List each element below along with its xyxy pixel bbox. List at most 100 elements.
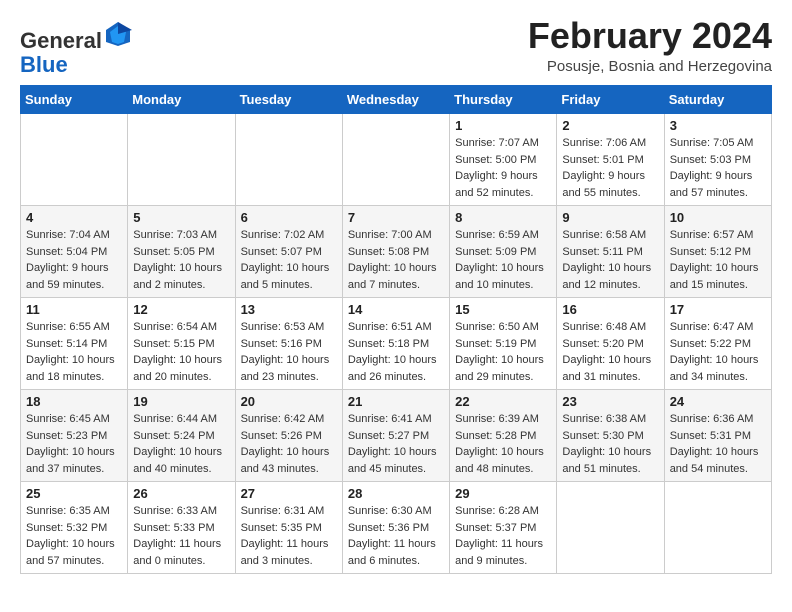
calendar-cell: 12 Sunrise: 6:54 AM Sunset: 5:15 PM Dayli… xyxy=(128,298,235,390)
page-header: General Blue February 2024 Posusje, Bosn… xyxy=(20,16,772,77)
calendar-cell: 7 Sunrise: 7:00 AM Sunset: 5:08 PM Daylig… xyxy=(342,206,449,298)
calendar-cell: 8 Sunrise: 6:59 AM Sunset: 5:09 PM Daylig… xyxy=(450,206,557,298)
day-info: Sunrise: 6:48 AM Sunset: 5:20 PM Dayligh… xyxy=(562,319,658,385)
calendar-cell: 9 Sunrise: 6:58 AM Sunset: 5:11 PM Daylig… xyxy=(557,206,664,298)
calendar-row-3: 18 Sunrise: 6:45 AM Sunset: 5:23 PM Dayli… xyxy=(21,390,772,482)
day-number: 9 xyxy=(562,210,658,225)
day-number: 28 xyxy=(348,486,444,501)
day-number: 22 xyxy=(455,394,551,409)
weekday-header-tuesday: Tuesday xyxy=(235,86,342,114)
day-number: 20 xyxy=(241,394,337,409)
day-info: Sunrise: 6:35 AM Sunset: 5:32 PM Dayligh… xyxy=(26,503,122,569)
day-info: Sunrise: 6:39 AM Sunset: 5:28 PM Dayligh… xyxy=(455,411,551,477)
weekday-header-monday: Monday xyxy=(128,86,235,114)
day-info: Sunrise: 6:33 AM Sunset: 5:33 PM Dayligh… xyxy=(133,503,229,569)
day-number: 11 xyxy=(26,302,122,317)
calendar-cell: 3 Sunrise: 7:05 AM Sunset: 5:03 PM Daylig… xyxy=(664,114,771,206)
day-info: Sunrise: 7:06 AM Sunset: 5:01 PM Dayligh… xyxy=(562,135,658,201)
calendar-row-0: 1 Sunrise: 7:07 AM Sunset: 5:00 PM Daylig… xyxy=(21,114,772,206)
day-number: 6 xyxy=(241,210,337,225)
day-info: Sunrise: 6:59 AM Sunset: 5:09 PM Dayligh… xyxy=(455,227,551,293)
calendar-row-2: 11 Sunrise: 6:55 AM Sunset: 5:14 PM Dayli… xyxy=(21,298,772,390)
weekday-header-sunday: Sunday xyxy=(21,86,128,114)
calendar-cell: 25 Sunrise: 6:35 AM Sunset: 5:32 PM Dayli… xyxy=(21,482,128,574)
calendar-cell: 1 Sunrise: 7:07 AM Sunset: 5:00 PM Daylig… xyxy=(450,114,557,206)
day-info: Sunrise: 7:00 AM Sunset: 5:08 PM Dayligh… xyxy=(348,227,444,293)
day-number: 10 xyxy=(670,210,766,225)
calendar-cell: 2 Sunrise: 7:06 AM Sunset: 5:01 PM Daylig… xyxy=(557,114,664,206)
day-info: Sunrise: 6:41 AM Sunset: 5:27 PM Dayligh… xyxy=(348,411,444,477)
calendar-cell: 18 Sunrise: 6:45 AM Sunset: 5:23 PM Dayli… xyxy=(21,390,128,482)
day-number: 25 xyxy=(26,486,122,501)
day-number: 1 xyxy=(455,118,551,133)
day-number: 4 xyxy=(26,210,122,225)
day-number: 19 xyxy=(133,394,229,409)
weekday-header-saturday: Saturday xyxy=(664,86,771,114)
weekday-header-friday: Friday xyxy=(557,86,664,114)
day-info: Sunrise: 6:45 AM Sunset: 5:23 PM Dayligh… xyxy=(26,411,122,477)
day-info: Sunrise: 6:58 AM Sunset: 5:11 PM Dayligh… xyxy=(562,227,658,293)
calendar-cell xyxy=(21,114,128,206)
day-number: 7 xyxy=(348,210,444,225)
calendar-cell: 17 Sunrise: 6:47 AM Sunset: 5:22 PM Dayli… xyxy=(664,298,771,390)
calendar-table: SundayMondayTuesdayWednesdayThursdayFrid… xyxy=(20,85,772,574)
day-info: Sunrise: 6:30 AM Sunset: 5:36 PM Dayligh… xyxy=(348,503,444,569)
day-number: 2 xyxy=(562,118,658,133)
calendar-cell: 6 Sunrise: 7:02 AM Sunset: 5:07 PM Daylig… xyxy=(235,206,342,298)
calendar-cell: 11 Sunrise: 6:55 AM Sunset: 5:14 PM Dayli… xyxy=(21,298,128,390)
logo-icon xyxy=(104,20,132,48)
calendar-cell: 13Sunrise: 6:53 AM Sunset: 5:16 PM Dayli… xyxy=(235,298,342,390)
day-info: Sunrise: 7:04 AM Sunset: 5:04 PM Dayligh… xyxy=(26,227,122,293)
day-number: 26 xyxy=(133,486,229,501)
calendar-cell: 4 Sunrise: 7:04 AM Sunset: 5:04 PM Daylig… xyxy=(21,206,128,298)
day-number: 18 xyxy=(26,394,122,409)
day-info: Sunrise: 6:54 AM Sunset: 5:15 PM Dayligh… xyxy=(133,319,229,385)
day-info: Sunrise: 6:28 AM Sunset: 5:37 PM Dayligh… xyxy=(455,503,551,569)
calendar-cell xyxy=(664,482,771,574)
day-number: 15 xyxy=(455,302,551,317)
calendar-cell: 15 Sunrise: 6:50 AM Sunset: 5:19 PM Dayli… xyxy=(450,298,557,390)
calendar-cell: 28 Sunrise: 6:30 AM Sunset: 5:36 PM Dayli… xyxy=(342,482,449,574)
calendar-cell: 24Sunrise: 6:36 AM Sunset: 5:31 PM Dayli… xyxy=(664,390,771,482)
location-label: Posusje, Bosnia and Herzegovina xyxy=(528,58,772,75)
day-number: 12 xyxy=(133,302,229,317)
day-number: 27 xyxy=(241,486,337,501)
day-number: 3 xyxy=(670,118,766,133)
day-info: Sunrise: 6:55 AM Sunset: 5:14 PM Dayligh… xyxy=(26,319,122,385)
weekday-header-wednesday: Wednesday xyxy=(342,86,449,114)
weekday-header-row: SundayMondayTuesdayWednesdayThursdayFrid… xyxy=(21,86,772,114)
day-number: 14 xyxy=(348,302,444,317)
day-info: Sunrise: 6:47 AM Sunset: 5:22 PM Dayligh… xyxy=(670,319,766,385)
calendar-row-4: 25 Sunrise: 6:35 AM Sunset: 5:32 PM Dayli… xyxy=(21,482,772,574)
month-title: February 2024 xyxy=(528,16,772,56)
calendar-cell: 16 Sunrise: 6:48 AM Sunset: 5:20 PM Dayli… xyxy=(557,298,664,390)
calendar-cell xyxy=(235,114,342,206)
calendar-cell xyxy=(128,114,235,206)
day-info: Sunrise: 7:03 AM Sunset: 5:05 PM Dayligh… xyxy=(133,227,229,293)
calendar-cell: 20 Sunrise: 6:42 AM Sunset: 5:26 PM Dayli… xyxy=(235,390,342,482)
logo: General Blue xyxy=(20,20,132,77)
weekday-header-thursday: Thursday xyxy=(450,86,557,114)
day-info: Sunrise: 6:50 AM Sunset: 5:19 PM Dayligh… xyxy=(455,319,551,385)
calendar-cell: 10Sunrise: 6:57 AM Sunset: 5:12 PM Dayli… xyxy=(664,206,771,298)
calendar-cell: 27Sunrise: 6:31 AM Sunset: 5:35 PM Dayli… xyxy=(235,482,342,574)
day-info: Sunrise: 6:51 AM Sunset: 5:18 PM Dayligh… xyxy=(348,319,444,385)
calendar-row-1: 4 Sunrise: 7:04 AM Sunset: 5:04 PM Daylig… xyxy=(21,206,772,298)
day-number: 16 xyxy=(562,302,658,317)
day-info: Sunrise: 6:42 AM Sunset: 5:26 PM Dayligh… xyxy=(241,411,337,477)
day-number: 8 xyxy=(455,210,551,225)
day-number: 29 xyxy=(455,486,551,501)
day-info: Sunrise: 6:53 AM Sunset: 5:16 PM Dayligh… xyxy=(241,319,337,385)
calendar-cell xyxy=(557,482,664,574)
calendar-cell: 22 Sunrise: 6:39 AM Sunset: 5:28 PM Dayli… xyxy=(450,390,557,482)
calendar-cell: 23Sunrise: 6:38 AM Sunset: 5:30 PM Dayli… xyxy=(557,390,664,482)
day-number: 21 xyxy=(348,394,444,409)
day-info: Sunrise: 6:44 AM Sunset: 5:24 PM Dayligh… xyxy=(133,411,229,477)
day-number: 17 xyxy=(670,302,766,317)
calendar-cell: 21 Sunrise: 6:41 AM Sunset: 5:27 PM Dayli… xyxy=(342,390,449,482)
day-info: Sunrise: 7:05 AM Sunset: 5:03 PM Dayligh… xyxy=(670,135,766,201)
day-info: Sunrise: 7:07 AM Sunset: 5:00 PM Dayligh… xyxy=(455,135,551,201)
calendar-cell: 29 Sunrise: 6:28 AM Sunset: 5:37 PM Dayli… xyxy=(450,482,557,574)
day-info: Sunrise: 7:02 AM Sunset: 5:07 PM Dayligh… xyxy=(241,227,337,293)
title-area: February 2024 Posusje, Bosnia and Herzeg… xyxy=(528,16,772,75)
